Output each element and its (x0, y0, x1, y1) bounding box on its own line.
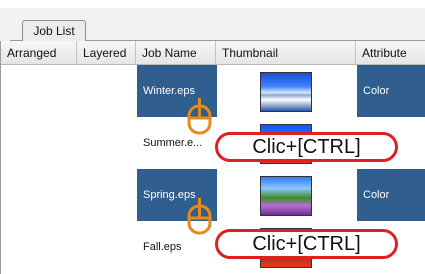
thumbnail-image (260, 72, 312, 112)
tab-job-list[interactable]: Job List (22, 20, 86, 41)
table-row[interactable]: Winter.eps Color (1, 65, 425, 117)
column-header-layered[interactable]: Layered (77, 41, 136, 64)
column-header-arranged[interactable]: Arranged (1, 41, 77, 64)
column-header-job-name[interactable]: Job Name (136, 41, 216, 64)
column-header-attribute[interactable]: Attribute (356, 41, 425, 64)
tab-job-list-label: Job List (33, 24, 75, 38)
job-list-window: Job List Arranged Layered Job Name Thumb… (0, 0, 425, 274)
mouse-icon (187, 98, 212, 135)
thumbnail-image (260, 176, 312, 216)
window-top-border (0, 0, 425, 8)
table-header: Arranged Layered Job Name Thumbnail Attr… (1, 41, 425, 65)
column-header-thumbnail[interactable]: Thumbnail (216, 41, 356, 64)
table-row[interactable]: Spring.eps Color (1, 169, 425, 221)
tab-bar: Job List (10, 14, 425, 41)
ctrl-click-callout: Clic+[CTRL] (215, 229, 398, 259)
ctrl-click-callout: Clic+[CTRL] (215, 132, 398, 162)
mouse-icon (187, 198, 212, 235)
attribute-cell[interactable]: Color (357, 65, 425, 117)
attribute-cell[interactable]: Color (357, 169, 425, 221)
